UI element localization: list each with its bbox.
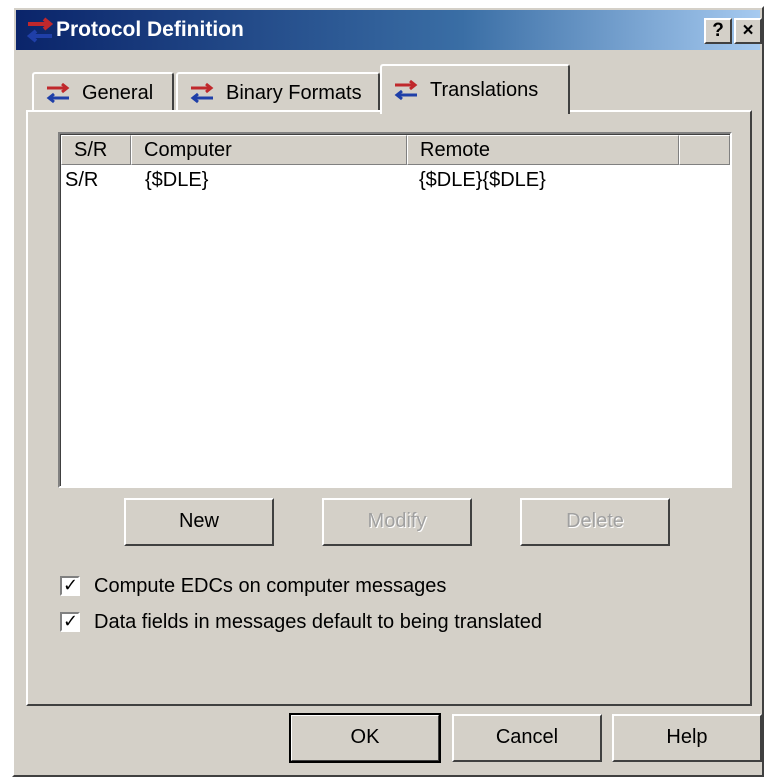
- default-translated-option[interactable]: ✓ Data fields in messages default to bei…: [60, 608, 542, 636]
- column-header-filler: [679, 135, 730, 165]
- modify-button[interactable]: Modify: [322, 498, 472, 546]
- tab-translations-label: Translations: [430, 78, 539, 101]
- compute-edcs-checkbox[interactable]: ✓: [60, 575, 80, 596]
- tab-general-label: General: [82, 81, 154, 104]
- column-header-sr[interactable]: S/R: [61, 135, 131, 165]
- column-header-remote[interactable]: Remote: [407, 135, 679, 165]
- row-computer-cell: {$DLE}: [145, 169, 209, 191]
- compute-edcs-label: Compute EDCs on computer messages: [94, 574, 447, 597]
- default-translated-label: Data fields in messages default to being…: [94, 610, 543, 633]
- column-header-computer[interactable]: Computer: [131, 135, 407, 165]
- tab-general[interactable]: General: [32, 72, 174, 112]
- close-button[interactable]: ×: [734, 18, 762, 44]
- delete-button[interactable]: Delete: [520, 498, 670, 546]
- table-row[interactable]: S/R {$DLE} {$DLE}{$DLE}: [61, 167, 730, 193]
- tab-translations[interactable]: Translations: [380, 64, 570, 114]
- tab-binary-formats-label: Binary Formats: [226, 81, 362, 104]
- protocol-definition-dialog: Protocol Definition ? × General Binary F…: [12, 6, 764, 777]
- checkmark-icon: ✓: [63, 575, 79, 595]
- protocol-arrows-icon: [26, 17, 54, 43]
- title-bar[interactable]: Protocol Definition ? ×: [16, 10, 762, 50]
- row-remote-cell: {$DLE}{$DLE}: [419, 169, 546, 191]
- new-button[interactable]: New: [124, 498, 274, 546]
- protocol-arrows-icon: [394, 79, 418, 101]
- default-translated-checkbox[interactable]: ✓: [60, 611, 80, 632]
- checkmark-icon: ✓: [63, 611, 79, 631]
- translations-list[interactable]: S/R Computer Remote S/R {$DLE} {$DLE}{$D…: [58, 132, 732, 488]
- protocol-arrows-icon: [46, 82, 70, 104]
- window-title: Protocol Definition: [56, 18, 244, 41]
- tab-binary-formats[interactable]: Binary Formats: [176, 72, 380, 112]
- compute-edcs-option[interactable]: ✓ Compute EDCs on computer messages: [60, 572, 446, 600]
- help-button[interactable]: Help: [612, 714, 762, 762]
- cancel-button[interactable]: Cancel: [452, 714, 602, 762]
- row-sr-cell: S/R: [65, 169, 99, 191]
- list-header: S/R Computer Remote: [61, 135, 730, 165]
- protocol-arrows-icon: [190, 82, 214, 104]
- help-title-button[interactable]: ?: [704, 18, 732, 44]
- ok-button[interactable]: OK: [289, 713, 441, 763]
